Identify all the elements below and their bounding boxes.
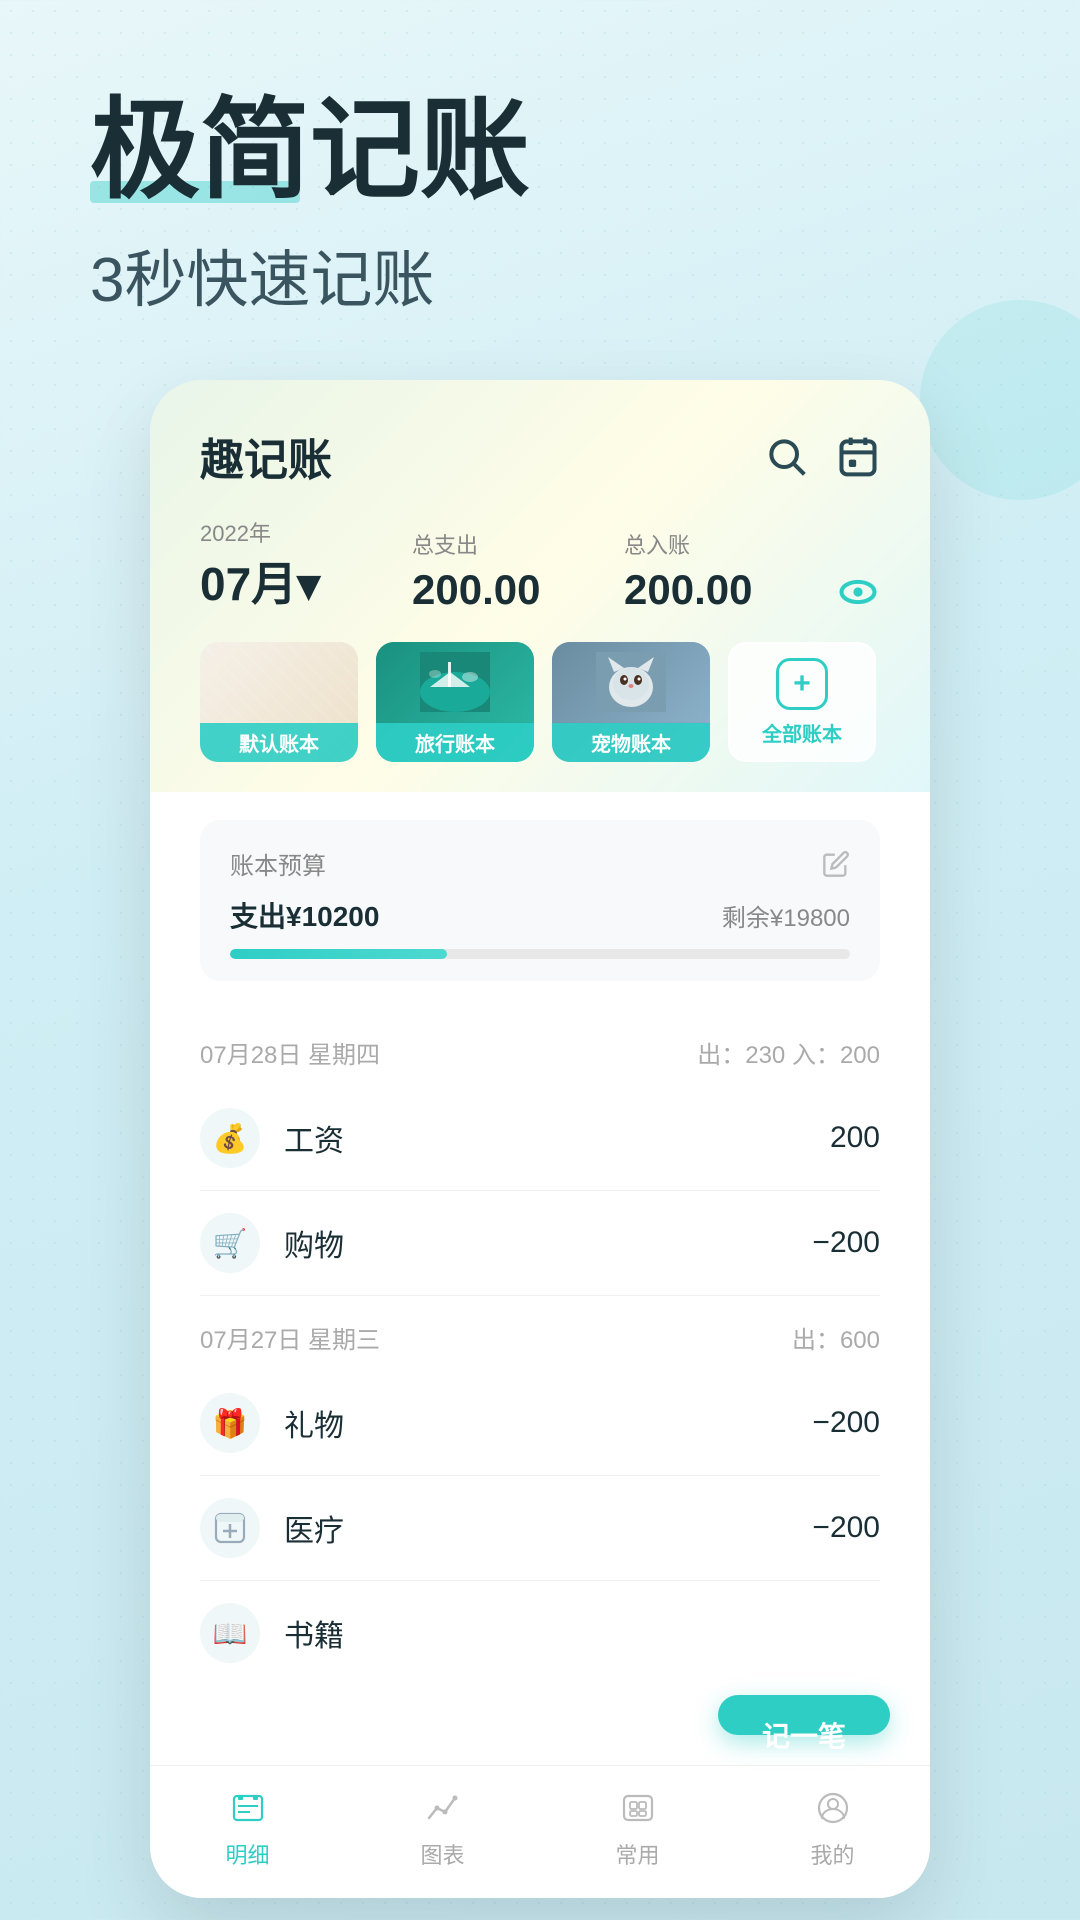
- books-icon: 📖: [200, 1603, 260, 1663]
- add-book-icon[interactable]: +: [776, 658, 828, 710]
- income-stat: 总入账 200.00: [624, 528, 836, 614]
- transaction-medical[interactable]: 医疗 −200: [200, 1476, 880, 1581]
- gift-icon: 🎁: [200, 1393, 260, 1453]
- nav-item-list[interactable]: 明细: [150, 1786, 345, 1870]
- budget-spent: 支出¥10200: [230, 895, 379, 935]
- salary-icon: 💰: [200, 1108, 260, 1168]
- book-default-label: 默认账本: [200, 723, 358, 762]
- stat-year: 2022年: [200, 516, 412, 548]
- shopping-amount: −200: [812, 1226, 880, 1260]
- hero-title: 极简记账: [90, 90, 530, 211]
- stat-month: 07月▾: [200, 558, 320, 610]
- gift-name: 礼物: [284, 1401, 788, 1445]
- record-button[interactable]: 记一笔: [718, 1695, 890, 1735]
- book-travel[interactable]: 旅行账本: [376, 642, 534, 762]
- nav-item-common[interactable]: 常用: [540, 1786, 735, 1870]
- book-add[interactable]: + 全部账本: [728, 642, 876, 762]
- nav-label-list: 明细: [225, 1838, 269, 1870]
- eye-icon[interactable]: [836, 570, 880, 614]
- nav-label-common: 常用: [615, 1838, 659, 1870]
- salary-amount: 200: [830, 1121, 880, 1155]
- date-summary-2: 出：600: [792, 1320, 880, 1355]
- date-label-2: 07月27日 星期三: [200, 1320, 380, 1355]
- income-value: 200.00: [624, 566, 836, 614]
- expense-stat: 总支出 200.00: [412, 528, 624, 614]
- nav-item-chart[interactable]: 图表: [345, 1786, 540, 1870]
- stats-row: 2022年 07月▾ 总支出 200.00 总入账 200.00: [200, 516, 880, 614]
- shopping-icon: 🛒: [200, 1213, 260, 1273]
- budget-edit-icon[interactable]: [822, 850, 850, 878]
- hero-subtitle: 3秒快速记账: [90, 229, 1010, 319]
- date-header-2: 07月27日 星期三 出：600: [200, 1296, 880, 1371]
- nav-item-mine[interactable]: 我的: [735, 1786, 930, 1870]
- book-travel-label: 旅行账本: [376, 723, 534, 762]
- transaction-shopping[interactable]: 🛒 购物 −200: [200, 1191, 880, 1296]
- gift-amount: −200: [812, 1406, 880, 1440]
- expense-label: 总支出: [412, 528, 624, 560]
- search-icon[interactable]: [764, 434, 808, 478]
- calendar-icon[interactable]: [836, 434, 880, 478]
- book-default[interactable]: 默认账本: [200, 642, 358, 762]
- salary-name: 工资: [284, 1116, 806, 1160]
- nav-chart-icon: [421, 1786, 465, 1830]
- nav-list-icon: [226, 1786, 270, 1830]
- budget-title: 账本预算: [230, 846, 326, 881]
- header-icons: [764, 434, 880, 478]
- bottom-nav: 明细 图表: [150, 1765, 930, 1898]
- transaction-salary[interactable]: 💰 工资 200: [200, 1086, 880, 1191]
- budget-bar: [230, 949, 850, 959]
- nav-label-chart: 图表: [420, 1838, 464, 1870]
- medical-amount: −200: [812, 1511, 880, 1545]
- book-pet[interactable]: 宠物账本: [552, 642, 710, 762]
- budget-remaining: 剩余¥19800: [722, 898, 850, 933]
- date-stat[interactable]: 2022年 07月▾: [200, 516, 412, 614]
- budget-card: 账本预算 支出¥10200 剩余¥19800: [200, 820, 880, 981]
- shopping-name: 购物: [284, 1221, 788, 1265]
- nav-common-icon: [616, 1786, 660, 1830]
- book-pet-label: 宠物账本: [552, 723, 710, 762]
- transaction-list: 07月28日 星期四 出：230 入：200 💰 工资 200 🛒 购物 −20…: [150, 1011, 930, 1685]
- expense-value: 200.00: [412, 566, 624, 614]
- books-name: 书籍: [284, 1611, 856, 1655]
- date-header-1: 07月28日 星期四 出：230 入：200: [200, 1011, 880, 1086]
- date-summary-1: 出：230 入：200: [697, 1035, 880, 1070]
- medical-icon: [200, 1498, 260, 1558]
- hero-section: 极简记账 3秒快速记账: [0, 0, 1080, 359]
- books-row: 默认账本 旅行账本: [200, 642, 880, 762]
- transaction-books[interactable]: 📖 书籍: [200, 1581, 880, 1685]
- nav-mine-icon: [811, 1786, 855, 1830]
- income-label: 总入账: [624, 528, 836, 560]
- book-add-label: 全部账本: [762, 718, 842, 747]
- nav-label-mine: 我的: [810, 1838, 854, 1870]
- budget-section: 账本预算 支出¥10200 剩余¥19800: [150, 792, 930, 1011]
- card-header: 趣记账 2022年 07月▾: [150, 380, 930, 792]
- app-title: 趣记账: [200, 424, 332, 488]
- transaction-gift[interactable]: 🎁 礼物 −200: [200, 1371, 880, 1476]
- medical-name: 医疗: [284, 1506, 788, 1550]
- phone-card: 趣记账 2022年 07月▾: [150, 380, 930, 1898]
- date-label-1: 07月28日 星期四: [200, 1035, 380, 1070]
- budget-bar-fill: [230, 949, 447, 959]
